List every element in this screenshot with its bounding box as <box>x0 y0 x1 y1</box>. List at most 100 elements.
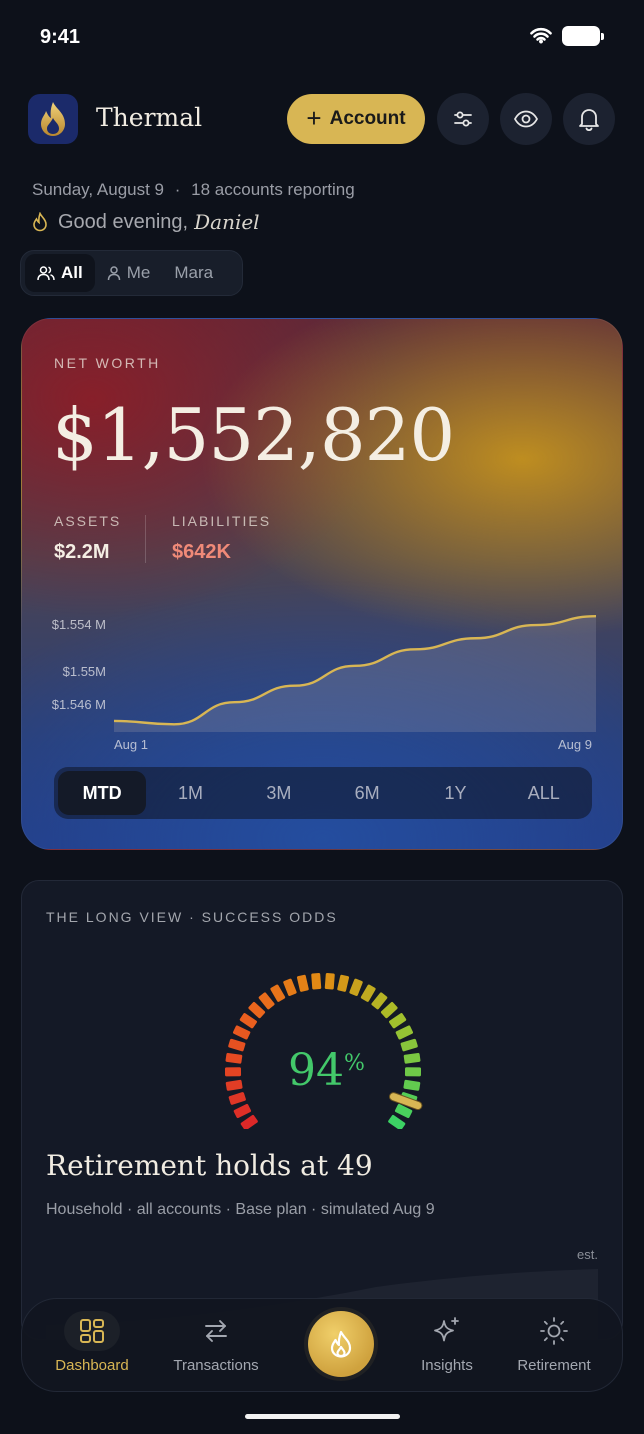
home-indicator <box>245 1414 400 1419</box>
assets-label: ASSETS <box>54 513 122 529</box>
tab-transactions[interactable]: Transactions <box>161 1311 271 1374</box>
range-1y[interactable]: 1Y <box>411 771 499 815</box>
assets-divider <box>145 515 146 563</box>
range-6m[interactable]: 6M <box>323 771 411 815</box>
net-worth-label: NET WORTH <box>54 355 161 371</box>
quick-action-button[interactable] <box>308 1311 374 1377</box>
gauge-segment <box>228 1038 246 1052</box>
gauge-segment <box>233 1025 251 1040</box>
eye-icon <box>513 110 539 128</box>
gauge-segment <box>240 1114 258 1129</box>
date-line: Sunday, August 9 · 18 accounts reporting <box>32 180 355 199</box>
odds-value-wrap: 94% <box>288 1049 365 1093</box>
gauge-segment <box>404 1067 422 1077</box>
transactions-icon <box>205 1320 227 1342</box>
range-all[interactable]: ALL <box>500 771 588 815</box>
tab-dashboard[interactable]: Dashboard <box>37 1311 147 1374</box>
sparkle-icon <box>434 1317 459 1342</box>
sun-icon <box>540 1317 568 1345</box>
filter-me[interactable]: Me <box>95 254 163 292</box>
net-worth-chart[interactable] <box>114 614 596 732</box>
long-view-card[interactable]: THE LONG VIEW · SUCCESS ODDS 94% Retirem… <box>21 880 623 1340</box>
long-view-label: THE LONG VIEW · SUCCESS ODDS <box>46 909 338 925</box>
tab-transactions-label: Transactions <box>173 1357 259 1374</box>
gauge-segment <box>248 1001 266 1019</box>
retirement-subtitle: Household · all accounts · Base plan · s… <box>46 1201 435 1218</box>
tab-bar: Dashboard Transactions Insights Retireme… <box>21 1298 623 1392</box>
sliders-icon <box>454 111 472 127</box>
gauge-segment <box>349 978 363 996</box>
y-tick-label: $1.546 M <box>51 697 106 712</box>
gauge-segment <box>403 1052 421 1064</box>
gauge-segment <box>395 1025 413 1040</box>
chart-area <box>114 616 596 732</box>
gauge-segment <box>380 1001 398 1019</box>
gauge-segment <box>311 973 322 990</box>
tab-dashboard-label: Dashboard <box>55 1357 129 1374</box>
liabilities-value: $642K <box>172 541 231 563</box>
y-tick-label: $1.554 M <box>51 617 106 632</box>
retirement-title: Retirement holds at 49 <box>46 1149 373 1182</box>
battery-icon <box>562 26 604 46</box>
success-odds-gauge <box>224 973 423 1129</box>
greeting-text: Good evening, <box>58 210 189 233</box>
wifi-icon <box>530 27 552 44</box>
x-tick-label: Aug 1 <box>114 737 148 752</box>
gauge-segment <box>389 1013 407 1029</box>
gauge-segment <box>360 984 376 1002</box>
accounts-reporting: 18 accounts reporting <box>191 180 355 199</box>
gauge-segment <box>224 1067 242 1077</box>
flame-logo-icon <box>41 102 65 136</box>
gauge-segment <box>225 1079 243 1091</box>
plus-icon: + <box>306 103 322 133</box>
tab-retirement[interactable]: Retirement <box>499 1311 609 1374</box>
gauge-segment <box>270 984 286 1002</box>
gauge-segment <box>233 1103 252 1119</box>
gauge-segment <box>324 973 335 990</box>
y-tick-label: $1.55M <box>62 664 106 679</box>
x-tick-label: Aug 9 <box>558 737 592 752</box>
net-worth-card[interactable]: NET WORTH $1,552,820 ASSETS $2.2M LIABIL… <box>21 318 623 850</box>
filters-button[interactable] <box>437 93 489 145</box>
gauge-segment <box>239 1013 257 1029</box>
user-name: Daniel <box>194 210 260 234</box>
gauge-segment <box>296 974 309 992</box>
range-mtd[interactable]: MTD <box>58 771 147 815</box>
tab-insights-label: Insights <box>421 1357 473 1374</box>
gauge-segment <box>403 1079 421 1091</box>
status-time: 9:41 <box>40 26 81 48</box>
notifications-button[interactable] <box>563 93 615 145</box>
tab-retirement-label: Retirement <box>517 1357 591 1374</box>
odds-unit: % <box>344 1051 365 1076</box>
users-icon <box>37 266 55 281</box>
bell-icon <box>579 109 599 131</box>
range-selector: MTD 1M 3M 6M 1Y ALL <box>54 767 592 819</box>
filter-mara-label: Mara <box>174 263 214 282</box>
net-worth-value: $1,552,820 <box>52 393 455 477</box>
filter-all[interactable]: All <box>25 254 95 292</box>
add-account-button[interactable]: + Account <box>287 94 425 144</box>
gauge-segment <box>337 974 350 992</box>
dashboard-icon <box>80 1319 104 1343</box>
range-3m[interactable]: 3M <box>235 771 323 815</box>
filter-me-label: Me <box>126 263 151 282</box>
tab-insights[interactable]: Insights <box>392 1311 502 1374</box>
app-logo <box>28 94 78 144</box>
gauge-segment <box>283 978 297 996</box>
gauge-segment <box>400 1038 418 1052</box>
liabilities-label: LIABILITIES <box>172 513 272 529</box>
add-account-label: Account <box>329 108 406 129</box>
greeting: Good evening, Daniel <box>32 210 260 234</box>
visibility-button[interactable] <box>500 93 552 145</box>
gauge-segment <box>225 1052 243 1064</box>
assets-value: $2.2M <box>54 541 110 563</box>
household-filter: All Me Mara <box>20 250 243 296</box>
range-1m[interactable]: 1M <box>146 771 234 815</box>
flame-icon <box>330 1330 352 1358</box>
filter-mara[interactable]: Mara <box>162 254 225 292</box>
gauge-segment <box>258 992 275 1010</box>
gauge-segment <box>388 1114 406 1129</box>
gauge-segment <box>228 1092 246 1105</box>
current-date: Sunday, August 9 <box>32 180 165 199</box>
flame-icon <box>33 212 47 232</box>
